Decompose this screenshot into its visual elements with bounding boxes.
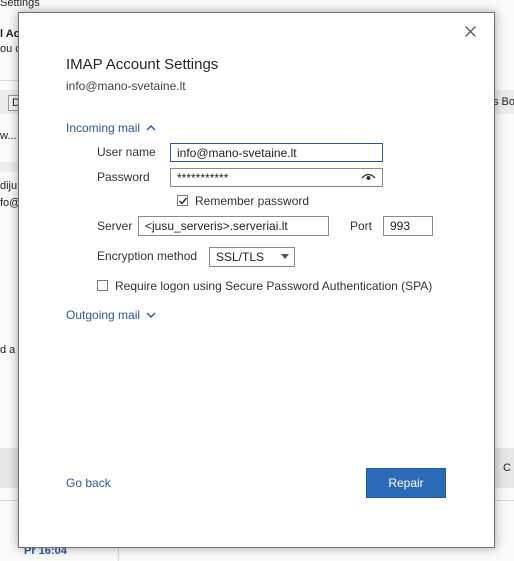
- bg-text-fragment: diju: [0, 180, 18, 192]
- password-value: ***********: [177, 171, 229, 185]
- close-button[interactable]: [462, 23, 478, 39]
- bg-button-fragment[interactable]: C: [503, 462, 511, 474]
- spa-label: Require logon using Secure Password Auth…: [115, 279, 433, 293]
- bg-footer-strip: [0, 448, 18, 488]
- encryption-select[interactable]: SSL/TLS: [209, 247, 295, 267]
- bg-title-fragment: l Ac: [0, 28, 20, 40]
- encryption-value: SSL/TLS: [216, 250, 265, 264]
- bg-tab-right-fragment[interactable]: s Bo: [493, 96, 514, 108]
- bg-divider: [0, 80, 18, 81]
- server-input[interactable]: [138, 216, 329, 236]
- server-label: Server: [97, 219, 133, 233]
- username-label: User name: [97, 145, 156, 159]
- spa-checkbox[interactable]: [97, 280, 108, 291]
- repair-button[interactable]: Repair: [366, 468, 446, 498]
- encryption-label: Encryption method: [97, 249, 198, 263]
- port-input[interactable]: [383, 216, 433, 236]
- bg-text-fragment: d a: [0, 344, 16, 356]
- go-back-link[interactable]: Go back: [66, 476, 111, 490]
- remember-password-label: Remember password: [195, 194, 310, 208]
- bg-settings-fragment: Settings: [0, 0, 40, 9]
- imap-settings-dialog: IMAP Account Settings info@mano-svetaine…: [18, 12, 495, 548]
- port-label: Port: [350, 219, 373, 233]
- outgoing-mail-label: Outgoing mail: [66, 308, 141, 322]
- dialog-title: IMAP Account Settings: [66, 56, 219, 73]
- password-label: Password: [97, 170, 150, 184]
- password-input[interactable]: ***********: [170, 168, 383, 187]
- remember-password-checkbox[interactable]: [177, 195, 188, 206]
- close-icon: [464, 25, 476, 37]
- incoming-mail-toggle[interactable]: Incoming mail: [66, 121, 156, 135]
- incoming-mail-label: Incoming mail: [66, 121, 141, 135]
- bg-text-fragment: w...: [0, 130, 17, 142]
- username-input[interactable]: [170, 143, 383, 162]
- chevron-up-icon: [146, 125, 156, 131]
- outgoing-mail-toggle[interactable]: Outgoing mail: [66, 308, 156, 322]
- account-email: info@mano-svetaine.lt: [66, 79, 186, 93]
- checkmark-icon: [179, 197, 188, 205]
- chevron-down-icon: [146, 312, 156, 318]
- chevron-down-icon: [281, 254, 289, 259]
- bg-divider: [0, 162, 18, 172]
- show-password-icon[interactable]: [361, 172, 376, 182]
